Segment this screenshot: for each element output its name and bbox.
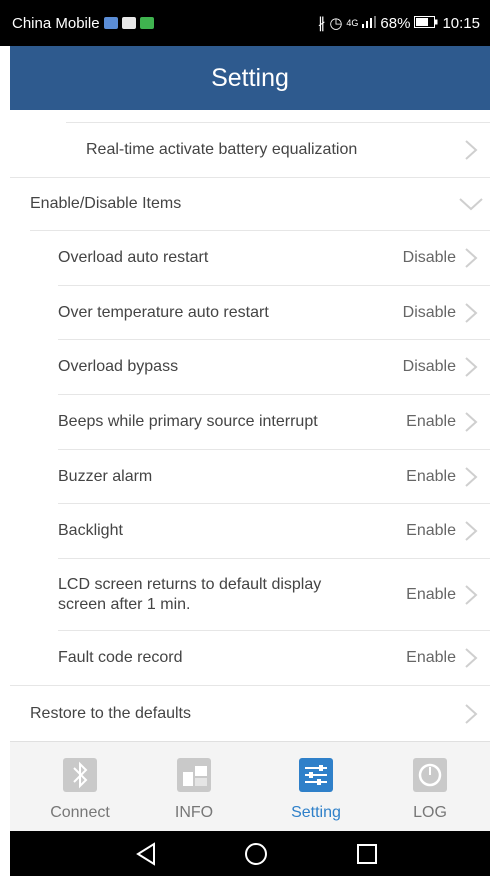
setting-value: Enable xyxy=(406,467,456,485)
section-label: Enable/Disable Items xyxy=(30,195,182,212)
setting-row-backlight[interactable]: Backlight Enable xyxy=(10,504,490,558)
chevron-right-icon xyxy=(465,248,478,268)
tab-label: Setting xyxy=(291,804,341,821)
battery-icon xyxy=(414,15,438,32)
recent-apps-icon[interactable] xyxy=(352,839,382,869)
chevron-down-icon xyxy=(459,198,483,211)
chevron-right-icon xyxy=(465,140,478,160)
chevron-right-icon xyxy=(465,703,478,724)
setting-label: Restore to the defaults xyxy=(30,704,191,722)
setting-value: Enable xyxy=(406,413,456,430)
tab-label: Connect xyxy=(50,804,110,821)
bluetooth-icon xyxy=(63,758,97,792)
section-enable-disable[interactable]: Enable/Disable Items xyxy=(10,178,490,230)
setting-row-over-temperature-auto-restart[interactable]: Over temperature auto restart Disable xyxy=(10,286,490,339)
battery-percent: 68% xyxy=(380,14,411,32)
tab-label: INFO xyxy=(174,804,214,821)
tab-log[interactable]: LOG xyxy=(380,742,480,832)
wechat-icon xyxy=(139,17,154,29)
chevron-right-icon xyxy=(465,648,478,668)
info-icon xyxy=(177,758,211,792)
setting-value: Enable xyxy=(406,585,456,603)
setting-label: Over temperature auto restart xyxy=(58,303,269,321)
signal-icon xyxy=(362,15,377,32)
settings-list[interactable]: Real-time activate battery equalization … xyxy=(10,110,490,741)
setting-label-line2: screen after 1 min. xyxy=(58,595,191,613)
setting-value: Disable xyxy=(402,303,456,321)
setting-value: Enable xyxy=(406,522,456,539)
bottom-navigation: Connect INFO Setting LOG xyxy=(10,741,490,831)
setting-row-beeps-interrupt[interactable]: Beeps while primary source interrupt Ena… xyxy=(10,395,490,449)
clock-time: 10:15 xyxy=(442,14,480,32)
clock-icon xyxy=(413,758,447,792)
chevron-right-icon xyxy=(465,357,478,377)
setting-label: Beeps while primary source interrupt xyxy=(58,413,318,430)
mail-icon xyxy=(121,17,136,29)
setting-value: Enable xyxy=(406,649,456,666)
setting-row-fault-code-record[interactable]: Fault code record Enable xyxy=(10,631,490,685)
setting-row-overload-auto-restart[interactable]: Overload auto restart Disable xyxy=(10,231,490,285)
setting-label: Backlight xyxy=(58,522,123,539)
alarm-icon: ◷ xyxy=(329,15,343,32)
sliders-icon xyxy=(299,758,333,792)
setting-label: Buzzer alarm xyxy=(58,467,153,485)
setting-row-overload-bypass[interactable]: Overload bypass Disable xyxy=(10,340,490,394)
setting-row-battery-equalization[interactable]: Real-time activate battery equalization xyxy=(10,123,490,177)
tab-label: LOG xyxy=(413,804,447,821)
bluetooth-icon: ∦ xyxy=(317,15,326,32)
tab-setting[interactable]: Setting xyxy=(266,742,366,832)
setting-label-line1: LCD screen returns to default display xyxy=(58,575,322,593)
setting-row-lcd-return[interactable]: LCD screen returns to default display sc… xyxy=(10,559,490,630)
page-title: Setting xyxy=(211,63,289,92)
setting-row-buzzer-alarm[interactable]: Buzzer alarm Enable xyxy=(10,450,490,503)
setting-label: Real-time activate battery equalization xyxy=(86,141,358,158)
chevron-right-icon xyxy=(465,412,478,432)
setting-value: Disable xyxy=(402,249,456,266)
app-notification-icon xyxy=(103,17,118,29)
home-icon[interactable] xyxy=(241,839,271,869)
setting-row-restore-defaults[interactable]: Restore to the defaults xyxy=(10,686,490,741)
network-label: 4G xyxy=(346,18,359,28)
app-header: Setting xyxy=(10,46,490,110)
chevron-right-icon xyxy=(465,521,478,541)
system-navigation-bar xyxy=(10,831,490,876)
chevron-right-icon xyxy=(465,302,478,323)
setting-label: Overload auto restart xyxy=(58,249,209,266)
chevron-right-icon xyxy=(465,584,478,605)
setting-value: Disable xyxy=(402,358,456,375)
carrier-name: China Mobile xyxy=(12,14,100,32)
tab-info[interactable]: INFO xyxy=(144,742,244,832)
back-icon[interactable] xyxy=(132,839,162,869)
setting-label-group: LCD screen returns to default display sc… xyxy=(58,575,321,615)
chevron-right-icon xyxy=(465,466,478,487)
setting-label: Fault code record xyxy=(58,649,183,666)
tab-connect[interactable]: Connect xyxy=(30,742,130,832)
setting-label: Overload bypass xyxy=(58,358,179,375)
status-bar: China Mobile ∦ ◷ 4G 68% 10:15 xyxy=(0,0,490,46)
